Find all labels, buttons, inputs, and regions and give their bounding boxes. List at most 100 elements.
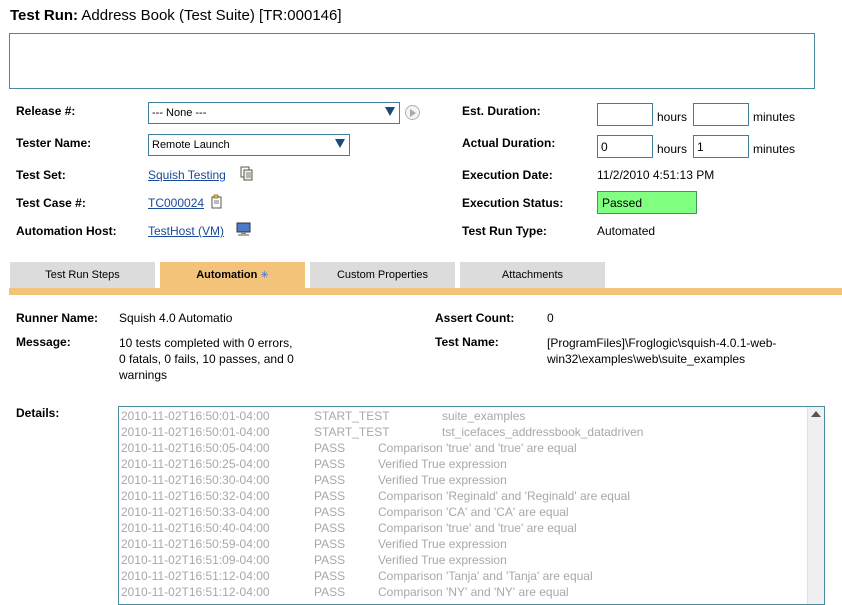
test-name-value: [ProgramFiles]\Froglogic\squish-4.0.1-we… [547,335,776,367]
log-row: 2010-11-02T16:51:12-04:00 PASS Comparison … [119,567,824,583]
test-run-type-value: Automated [597,224,656,238]
chevron-down-icon [385,107,395,116]
tab-test-run-steps[interactable]: Test Run Steps [10,262,155,288]
est-hours-unit: hours [657,110,688,124]
log-message: Verified True expression [378,473,507,487]
log-type: START_TEST [314,409,390,423]
automation-host-link[interactable]: TestHost (VM) [148,224,224,238]
assert-count-value: 0 [547,311,554,325]
test-name-label: Test Name: [435,335,499,349]
details-scrollbar[interactable] [807,407,824,604]
log-row: 2010-11-02T16:51:12-04:00 PASS Comparison … [119,583,824,599]
log-time: 2010-11-02T16:50:33-04:00 [121,505,270,519]
log-message: Verified True expression [378,457,507,471]
go-arrow-icon[interactable] [405,105,420,120]
test-run-type-label: Test Run Type: [462,224,547,238]
message-line: 0 fatals, 0 fails, 10 passes, and 0 [119,352,294,366]
log-row: 2010-11-02T16:50:33-04:00 PASS Comparison … [119,503,824,519]
log-message: Comparison 'Reginald' and 'Reginald' are… [378,489,630,503]
details-log[interactable]: 2010-11-02T16:50:01-04:00 START_TEST suite… [118,406,825,605]
log-row: 2010-11-02T16:51:09-04:00 PASS Verified Tr… [119,551,824,567]
message-line: 10 tests completed with 0 errors, [119,336,293,350]
log-time: 2010-11-02T16:50:59-04:00 [121,537,270,551]
details-label: Details: [16,406,60,420]
log-type: PASS [314,489,346,503]
log-message: Verified True expression [378,537,507,551]
test-name-line: [ProgramFiles]\Froglogic\squish-4.0.1-we… [547,336,777,350]
log-message: Comparison 'NY' and 'NY' are equal [378,585,569,599]
est-hours-input[interactable] [597,103,653,126]
tester-name-value: Remote Launch [152,139,230,151]
log-time: 2010-11-02T16:50:40-04:00 [121,521,270,535]
actual-minutes-input[interactable]: 1 [693,135,749,158]
actual-duration-label: Actual Duration: [462,136,556,150]
execution-status-badge: Passed [597,191,697,214]
test-case-document-icon[interactable] [210,194,223,209]
tester-name-select[interactable]: Remote Launch [148,134,350,156]
execution-date-value: 11/2/2010 4:51:13 PM [597,168,715,182]
test-set-document-icon[interactable] [240,166,253,181]
log-type: PASS [314,505,346,519]
log-type: PASS [314,585,346,599]
log-row: 2010-11-02T16:50:25-04:00 PASS Verified Tr… [119,455,824,471]
execution-status-label: Execution Status: [462,196,564,210]
computer-icon [236,222,251,236]
log-message: Comparison 'true' and 'true' are equal [378,441,577,455]
log-message: Comparison 'Tanja' and 'Tanja' are equal [378,569,593,583]
log-time: 2010-11-02T16:50:05-04:00 [121,441,270,455]
scroll-up-icon[interactable] [811,411,821,417]
message-line: warnings [119,368,168,382]
actual-hours-input[interactable]: 0 [597,135,653,158]
log-time: 2010-11-02T16:50:30-04:00 [121,473,270,487]
tab-automation-label: Automation [196,269,258,281]
log-message: Verified True expression [378,553,507,567]
est-duration-label: Est. Duration: [462,104,541,118]
test-case-link[interactable]: TC000024 [148,196,204,210]
log-row: 2010-11-02T16:50:01-04:00 START_TEST tst_i… [119,423,824,439]
est-minutes-unit: minutes [753,110,796,124]
log-type: PASS [314,537,346,551]
log-type: PASS [314,441,346,455]
log-rows: 2010-11-02T16:50:01-04:00 START_TEST suite… [119,407,824,599]
runner-name-label: Runner Name: [16,311,99,325]
description-editor[interactable] [9,33,815,89]
tab-custom-properties[interactable]: Custom Properties [310,262,455,288]
tab-underline-bar [9,288,842,295]
log-row: 2010-11-02T16:50:59-04:00 PASS Verified Tr… [119,535,824,551]
chevron-down-icon [335,139,345,148]
automation-host-label: Automation Host: [16,224,117,238]
tab-automation[interactable]: Automation ✳ [160,262,305,288]
log-row: 2010-11-02T16:50:32-04:00 PASS Comparison … [119,487,824,503]
log-row: 2010-11-02T16:50:05-04:00 PASS Comparison … [119,439,824,455]
log-time: 2010-11-02T16:50:25-04:00 [121,457,270,471]
actual-hours-unit: hours [657,142,688,156]
tab-attachments-label: Attachments [501,269,564,281]
log-row: 2010-11-02T16:50:30-04:00 PASS Verified Tr… [119,471,824,487]
log-message: suite_examples [442,409,526,423]
asterisk-icon: ✳ [260,270,269,281]
log-type: PASS [314,521,346,535]
test-name-line: win32\examples\web\suite_examples [547,352,746,366]
log-type: PASS [314,473,346,487]
log-time: 2010-11-02T16:50:32-04:00 [121,489,270,503]
log-time: 2010-11-02T16:50:01-04:00 [121,425,270,439]
log-type: PASS [314,553,346,567]
tab-custom-properties-label: Custom Properties [336,269,429,281]
log-message: tst_icefaces_addressbook_datadriven [442,425,644,439]
test-set-label: Test Set: [16,168,66,182]
test-case-label: Test Case #: [16,196,86,210]
execution-date-label: Execution Date: [462,168,553,182]
assert-count-label: Assert Count: [435,311,515,325]
release-select[interactable]: --- None --- [148,102,400,124]
release-label: Release #: [16,104,76,118]
tab-attachments[interactable]: Attachments [460,262,605,288]
log-row: 2010-11-02T16:50:40-04:00 PASS Comparison … [119,519,824,535]
test-set-link[interactable]: Squish Testing [148,168,226,182]
log-time: 2010-11-02T16:51:12-04:00 [121,569,270,583]
log-row: 2010-11-02T16:50:01-04:00 START_TEST suite… [119,407,824,423]
tab-test-run-steps-label: Test Run Steps [45,269,120,281]
page-title: Test Run: Address Book (Test Suite) [TR:… [10,7,342,24]
est-minutes-input[interactable] [693,103,749,126]
log-time: 2010-11-02T16:50:01-04:00 [121,409,270,423]
page-title-value: Address Book (Test Suite) [TR:000146] [81,7,342,24]
